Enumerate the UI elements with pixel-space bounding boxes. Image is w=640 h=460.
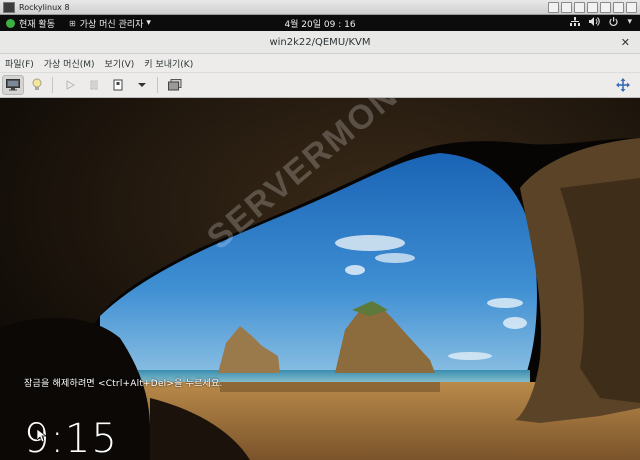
menu-bar: 파일(F) 가상 머신(M) 보기(V) 키 보내기(K)	[0, 54, 640, 73]
app-menu-button[interactable]: ⊞ 가상 머신 관리자 ▾	[69, 17, 151, 30]
fullscreen-button[interactable]	[612, 75, 634, 95]
toolbar	[0, 73, 640, 98]
menu-send-key[interactable]: 키 보내기(K)	[139, 57, 198, 70]
shutdown-button[interactable]	[107, 75, 129, 95]
fullscreen-icon	[616, 78, 630, 92]
pause-button[interactable]	[83, 75, 105, 95]
chevron-down-icon	[138, 82, 146, 88]
activities-label: 현재 활동	[19, 19, 55, 30]
monitor-icon	[6, 79, 20, 91]
host-window-title: Rockylinux 8	[19, 2, 70, 12]
vm-window-title: win2k22/QEMU/KVM	[269, 36, 371, 48]
host-window-titlebar: Rockylinux 8	[0, 0, 640, 15]
vm-window-titlebar: win2k22/QEMU/KVM ✕	[0, 31, 640, 54]
host-button-1[interactable]	[548, 1, 559, 13]
rocky-logo-icon	[6, 18, 15, 28]
snapshots-button[interactable]	[164, 75, 186, 95]
app-menu-label: 가상 머신 관리자	[79, 19, 144, 30]
activities-button[interactable]: 현재 활동	[6, 17, 55, 30]
virt-manager-icon: ⊞	[68, 18, 76, 28]
lightbulb-icon	[32, 78, 42, 92]
system-tray[interactable]: ▾	[570, 17, 632, 29]
monitor-app-icon	[3, 1, 15, 13]
power-icon	[609, 17, 619, 29]
toolbar-separator	[157, 77, 158, 93]
console-view-button[interactable]	[2, 75, 24, 95]
host-button-7[interactable]	[626, 1, 637, 13]
snapshot-icon	[168, 79, 182, 91]
play-icon	[65, 80, 75, 90]
shutdown-icon	[113, 79, 123, 91]
system-menu-chevron-icon: ▾	[627, 17, 632, 27]
menu-virtual-machine[interactable]: 가상 머신(M)	[39, 57, 100, 70]
gnome-top-panel: 현재 활동 ⊞ 가상 머신 관리자 ▾ 4월 20일 09 : 16 ▾	[0, 15, 640, 31]
lock-screen-message: 잠금을 해제하려면 <Ctrl+Alt+Del>을 누르세요.	[24, 379, 223, 389]
host-button-4[interactable]	[587, 1, 598, 13]
menu-file[interactable]: 파일(F)	[0, 57, 39, 70]
toolbar-separator	[52, 77, 53, 93]
mouse-cursor-icon	[36, 428, 48, 447]
network-icon	[570, 17, 581, 29]
close-icon[interactable]: ✕	[621, 36, 630, 49]
pause-icon	[89, 80, 99, 90]
guest-display[interactable]: SERVERMON 잠금을 해제하려면 <Ctrl+Alt+Del>을 누르세요…	[0, 98, 640, 460]
host-button-2[interactable]	[561, 1, 572, 13]
menu-view[interactable]: 보기(V)	[100, 57, 140, 70]
host-window-controls	[548, 1, 637, 13]
run-button[interactable]	[59, 75, 81, 95]
details-view-button[interactable]	[26, 75, 48, 95]
host-button-5[interactable]	[600, 1, 611, 13]
host-button-3[interactable]	[574, 1, 585, 13]
host-button-6[interactable]	[613, 1, 624, 13]
chevron-down-icon: ▾	[146, 18, 151, 28]
volume-icon	[589, 17, 601, 29]
shutdown-menu-button[interactable]	[131, 75, 153, 95]
